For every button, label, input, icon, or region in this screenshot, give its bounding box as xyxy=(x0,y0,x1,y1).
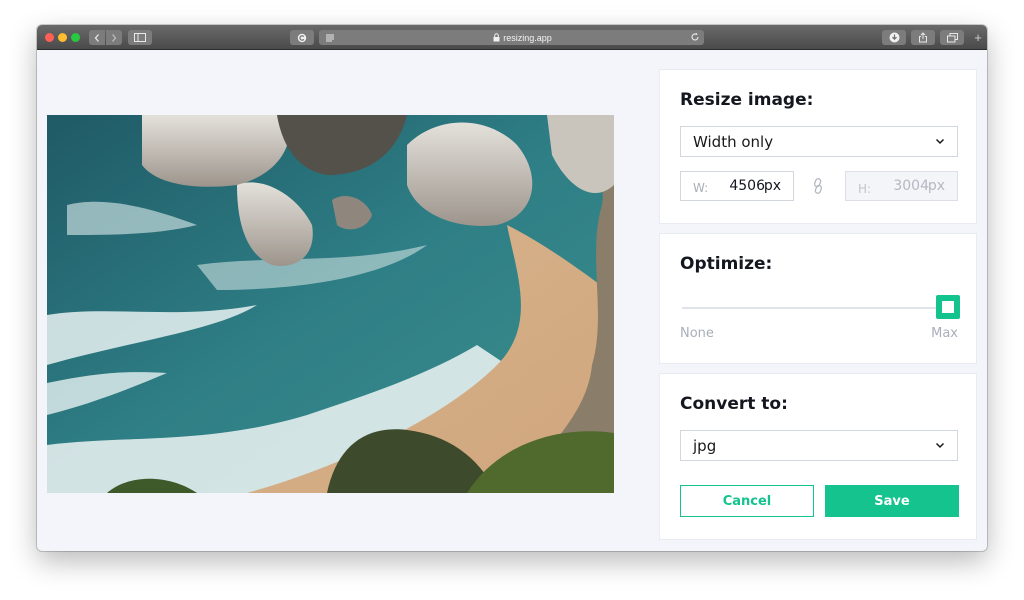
resize-title: Resize image: xyxy=(680,90,814,110)
downloads-button[interactable] xyxy=(882,30,906,45)
height-value: 3004 xyxy=(893,178,929,194)
format-select[interactable]: jpg xyxy=(680,430,958,461)
back-button[interactable] xyxy=(89,30,105,45)
optimize-slider-track[interactable] xyxy=(682,307,948,309)
reader-icon xyxy=(326,34,334,41)
zoom-window-button[interactable] xyxy=(71,33,80,42)
reload-icon[interactable] xyxy=(690,32,700,42)
chevron-right-icon xyxy=(112,33,117,42)
minimize-window-button[interactable] xyxy=(58,33,67,42)
reader-button[interactable] xyxy=(319,30,341,45)
link-aspect-icon[interactable] xyxy=(812,178,824,194)
optimize-slider-thumb[interactable] xyxy=(936,295,960,319)
share-icon xyxy=(919,32,927,43)
download-icon xyxy=(889,32,899,43)
sidebar-icon xyxy=(134,33,146,42)
browser-toolbar: resizing.app + xyxy=(37,25,987,50)
new-tab-button[interactable]: + xyxy=(971,31,985,45)
chevron-down-icon xyxy=(935,138,945,145)
forward-button[interactable] xyxy=(106,30,122,45)
convert-title: Convert to: xyxy=(680,394,788,414)
address-text: resizing.app xyxy=(503,32,552,43)
optimize-panel: Optimize: None Max xyxy=(659,233,977,364)
optimize-title: Optimize: xyxy=(680,254,773,274)
extension-button[interactable] xyxy=(290,30,314,45)
address-bar[interactable]: resizing.app xyxy=(341,30,704,45)
height-unit: px xyxy=(927,178,945,194)
width-unit: px xyxy=(763,178,781,194)
width-label: W: xyxy=(693,181,709,195)
optimize-min-label: None xyxy=(680,326,714,341)
format-value: jpg xyxy=(693,436,717,455)
browser-window: resizing.app + Resize image: Width only … xyxy=(37,25,987,551)
sidebar-toggle-button[interactable] xyxy=(128,30,152,45)
optimize-max-label: Max xyxy=(931,326,958,341)
tab-overview-button[interactable] xyxy=(940,30,964,45)
resize-mode-select[interactable]: Width only xyxy=(680,126,958,157)
chevron-left-icon xyxy=(94,33,99,42)
share-button[interactable] xyxy=(911,30,935,45)
lock-icon xyxy=(493,33,500,42)
tabs-icon xyxy=(946,32,958,42)
convert-panel: Convert to: jpg Cancel Save xyxy=(659,373,977,540)
extension-icon xyxy=(297,33,307,42)
height-label: H: xyxy=(858,182,872,196)
save-button[interactable]: Save xyxy=(825,485,959,517)
plus-icon: + xyxy=(974,30,982,45)
width-field[interactable]: W: 4506 px xyxy=(680,171,794,201)
image-preview xyxy=(47,115,614,493)
close-window-button[interactable] xyxy=(45,33,54,42)
chevron-down-icon xyxy=(935,442,945,449)
cancel-button[interactable]: Cancel xyxy=(680,485,814,517)
resize-panel: Resize image: Width only W: 4506 px H: 3… xyxy=(659,69,977,224)
height-field[interactable]: H: 3004 px xyxy=(845,171,958,201)
width-value: 4506 xyxy=(729,178,765,194)
resize-mode-value: Width only xyxy=(693,132,774,151)
